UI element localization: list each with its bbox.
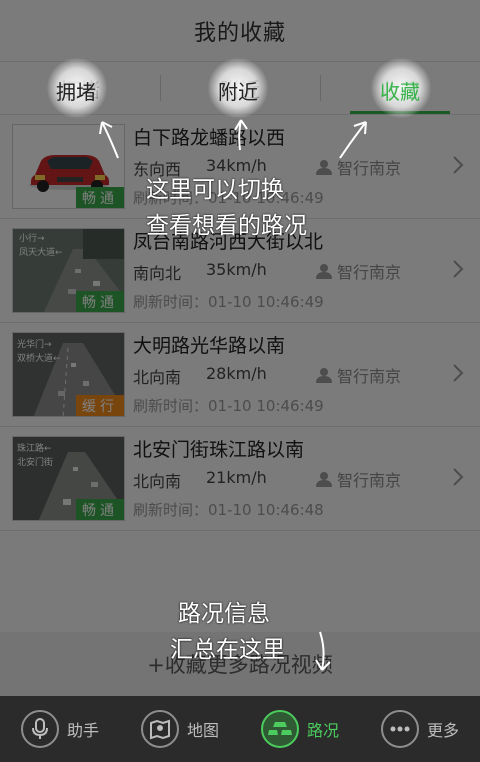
nav-more-label: 更多 [426,721,459,740]
road-name: 大明路光华路以南 [133,335,286,357]
tab-congestion[interactable]: 拥堵 [0,62,160,114]
more-icon [380,710,419,748]
traffic-camera-thumbnail: 小行→ 凤天大道← 畅通 [12,228,125,313]
speed: 34km/h [206,156,267,175]
microphone-icon [20,710,59,748]
direction: 东向西 [133,160,182,179]
nav-map[interactable]: 地图 [120,696,240,762]
source: 智行南京 [315,363,401,387]
traffic-camera-thumbnail: 珠江路← 北安门街 畅通 [12,436,125,521]
status-badge: 缓行 [76,395,124,416]
status-badge: 畅通 [76,187,124,208]
user-icon [316,472,332,487]
map-icon [140,710,179,748]
direction: 北向南 [133,472,182,491]
favorites-list: 畅通 白下路龙蟠路以西 东向西 34km/h 智行南京 刷新时间：01-10 1… [0,115,480,531]
chevron-right-icon [453,260,464,278]
refresh-time: 刷新时间：01-10 10:46:48 [133,501,324,519]
direction: 北向南 [133,368,182,387]
direction: 南向北 [133,264,182,283]
add-more-button[interactable]: +收藏更多路况视频 [0,632,480,696]
nav-map-label: 地图 [186,721,219,740]
car-thumbnail: 畅通 [12,124,125,209]
traffic-camera-thumbnail: 光华门→ 双桥大道← 缓行 [12,332,125,417]
refresh-time: 刷新时间：01-10 10:46:49 [133,397,324,415]
refresh-time: 刷新时间：01-10 10:46:49 [133,189,324,207]
list-item[interactable]: 珠江路← 北安门街 畅通 北安门街珠江路以南 北向南 21km/h 智行南京 刷… [0,427,480,531]
speed: 35km/h [206,260,267,279]
list-item[interactable]: 小行→ 凤天大道← 畅通 凤台南路河西大街以北 南向北 35km/h 智行南京 … [0,219,480,323]
user-icon [316,264,332,279]
tab-favorites[interactable]: 收藏 [320,62,480,114]
nav-more[interactable]: 更多 [360,696,480,762]
source-label: 智行南京 [337,159,402,178]
chevron-right-icon [453,156,464,174]
source: 智行南京 [315,155,401,179]
source: 智行南京 [315,467,401,491]
tab-bar: 拥堵 附近 收藏 [0,62,480,115]
svg-text:北安门街: 北安门街 [17,456,53,468]
source: 智行南京 [315,259,401,283]
status-badge: 畅通 [76,291,124,312]
source-label: 智行南京 [337,471,402,490]
road-name: 白下路龙蟠路以西 [133,127,286,149]
user-icon [316,368,332,383]
user-icon [316,160,332,175]
page-title: 我的收藏 [193,20,286,46]
list-item[interactable]: 光华门→ 双桥大道← 缓行 大明路光华路以南 北向南 28km/h 智行南京 刷… [0,323,480,427]
refresh-time: 刷新时间：01-10 10:46:49 [133,293,324,311]
speed: 21km/h [206,468,267,487]
source-label: 智行南京 [337,367,402,386]
road-name: 凤台南路河西大街以北 [133,231,324,253]
nav-assistant[interactable]: 助手 [0,696,120,762]
nav-traffic[interactable]: 路况 [240,696,360,762]
svg-text:小行→: 小行→ [19,232,45,244]
road-name: 北安门街珠江路以南 [133,439,305,461]
nav-assistant-label: 助手 [66,721,99,740]
svg-text:双桥大道←: 双桥大道← [17,352,61,364]
header: 我的收藏 [0,0,480,62]
svg-text:珠江路←: 珠江路← [17,442,52,454]
svg-text:光华门→: 光华门→ [17,338,52,350]
chevron-right-icon [453,364,464,382]
speed: 28km/h [206,364,267,383]
chevron-right-icon [453,468,464,486]
list-item[interactable]: 畅通 白下路龙蟠路以西 东向西 34km/h 智行南京 刷新时间：01-10 1… [0,115,480,219]
source-label: 智行南京 [337,263,402,282]
nav-traffic-label: 路况 [306,721,339,740]
traffic-icon [260,710,299,748]
svg-text:凤天大道←: 凤天大道← [19,246,63,258]
bottom-nav: 助手 地图 路况 更多 [0,696,480,762]
status-badge: 畅通 [76,499,124,520]
tab-nearby[interactable]: 附近 [160,62,320,114]
hint-info-line1: 路况信息 [178,601,270,627]
